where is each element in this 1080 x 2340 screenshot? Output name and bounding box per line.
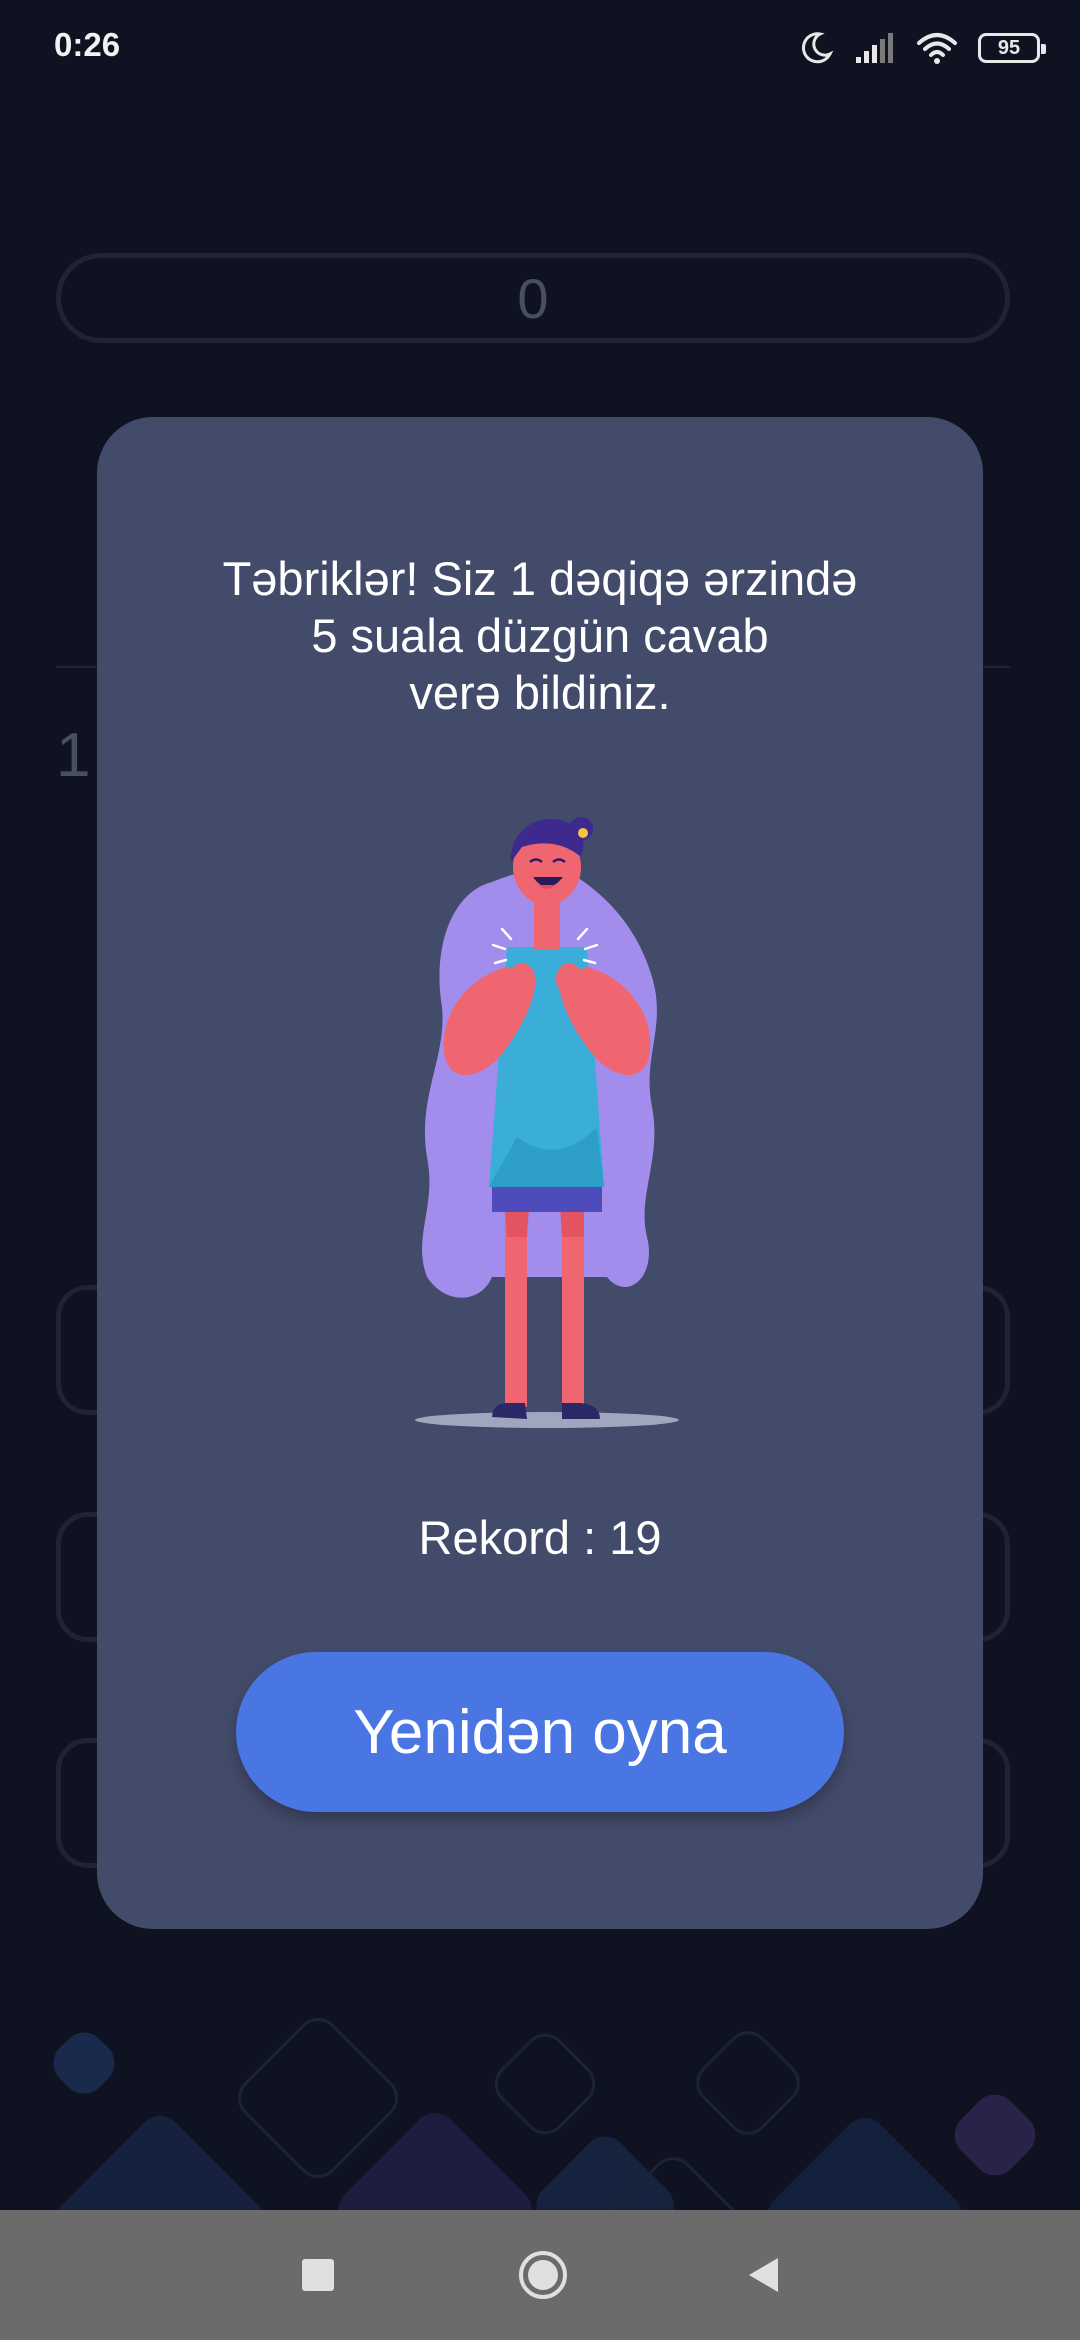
result-message-line: Təbriklər! Siz 1 dəqiqə ərzində — [222, 552, 858, 605]
decor-shape — [44, 2023, 124, 2103]
record-separator: : — [570, 1511, 610, 1564]
signal-icon — [856, 33, 893, 63]
status-bar: 0:26 95 — [0, 0, 1080, 96]
result-message-line: verə bildiniz. — [409, 666, 671, 719]
home-button[interactable] — [483, 2210, 603, 2340]
result-dialog: Təbriklər! Siz 1 dəqiqə ərzində 5 suala … — [97, 417, 983, 1929]
moon-icon — [801, 32, 834, 64]
triangle-back-icon — [749, 2258, 778, 2292]
record-label: Rekord — [418, 1511, 571, 1564]
score-value: 0 — [517, 266, 549, 330]
circle-icon — [519, 2251, 567, 2299]
status-icons: 95 — [798, 28, 1046, 68]
happy-girl-illustration — [415, 817, 679, 1428]
recent-apps-button[interactable] — [258, 2210, 378, 2340]
decor-shape — [485, 2024, 605, 2144]
navigation-bar — [0, 2210, 1080, 2340]
record-value: 19 — [609, 1511, 662, 1564]
result-message-line: 5 suala düzgün cavab — [311, 609, 769, 662]
wifi-icon — [917, 33, 957, 64]
decor-shape — [687, 2022, 809, 2144]
question-number: 1 — [56, 721, 91, 790]
square-icon — [302, 2259, 334, 2291]
replay-button[interactable]: Yenidən oyna — [236, 1652, 844, 1812]
record-score: Rekord : 19 — [97, 1510, 983, 1565]
battery-level: 95 — [997, 36, 1021, 59]
decor-shape — [945, 2085, 1045, 2185]
result-message: Təbriklər! Siz 1 dəqiqə ərzində 5 suala … — [157, 550, 923, 721]
battery-icon: 95 — [978, 33, 1046, 63]
back-button[interactable] — [704, 2210, 824, 2340]
score-display: 0 — [56, 253, 1010, 343]
status-time: 0:26 — [54, 26, 121, 63]
